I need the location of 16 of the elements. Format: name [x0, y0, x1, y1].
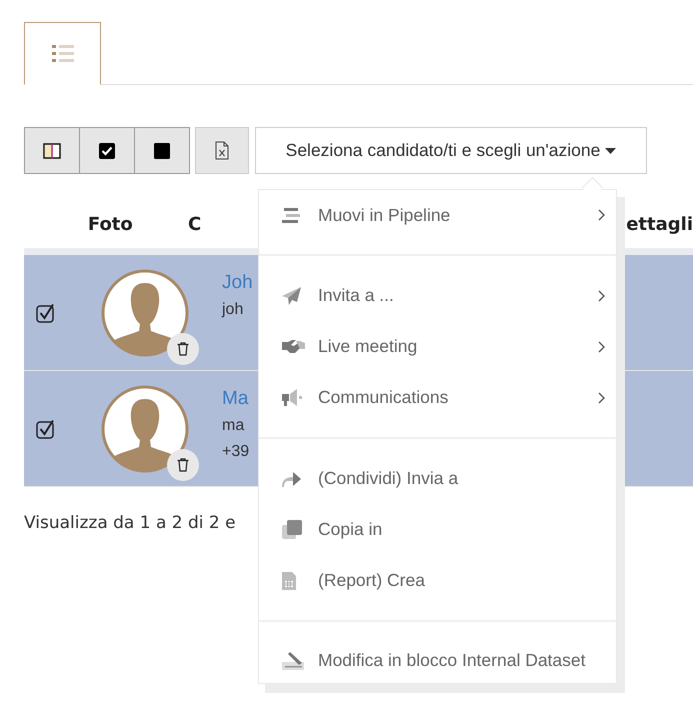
- menu-item[interactable]: Live meeting: [259, 321, 616, 372]
- column-header: ettagli: [626, 214, 693, 234]
- column-header: Foto: [86, 214, 134, 234]
- menu-item[interactable]: Copia in: [259, 504, 616, 555]
- candidate-detail: +39: [222, 442, 250, 462]
- column-header: C: [188, 214, 202, 234]
- menu-item[interactable]: Communications: [259, 372, 616, 423]
- menu-item[interactable]: (Report) Crea: [259, 555, 616, 606]
- pagination-info: Visualizza da 1 a 2 di 2 e: [24, 513, 236, 533]
- menu-item[interactable]: (Condividi) Invia a: [259, 453, 616, 504]
- menu-item[interactable]: Invita a ...: [259, 270, 616, 321]
- menu-item[interactable]: Modifica in blocco Internal Dataset: [259, 635, 616, 686]
- candidate-detail: joh: [222, 300, 244, 320]
- action-dropdown[interactable]: Seleziona candidato/ti e scegli un'azione: [255, 127, 647, 174]
- candidate-detail: ma: [222, 416, 244, 436]
- menu-item[interactable]: Muovi in Pipeline: [259, 190, 616, 240]
